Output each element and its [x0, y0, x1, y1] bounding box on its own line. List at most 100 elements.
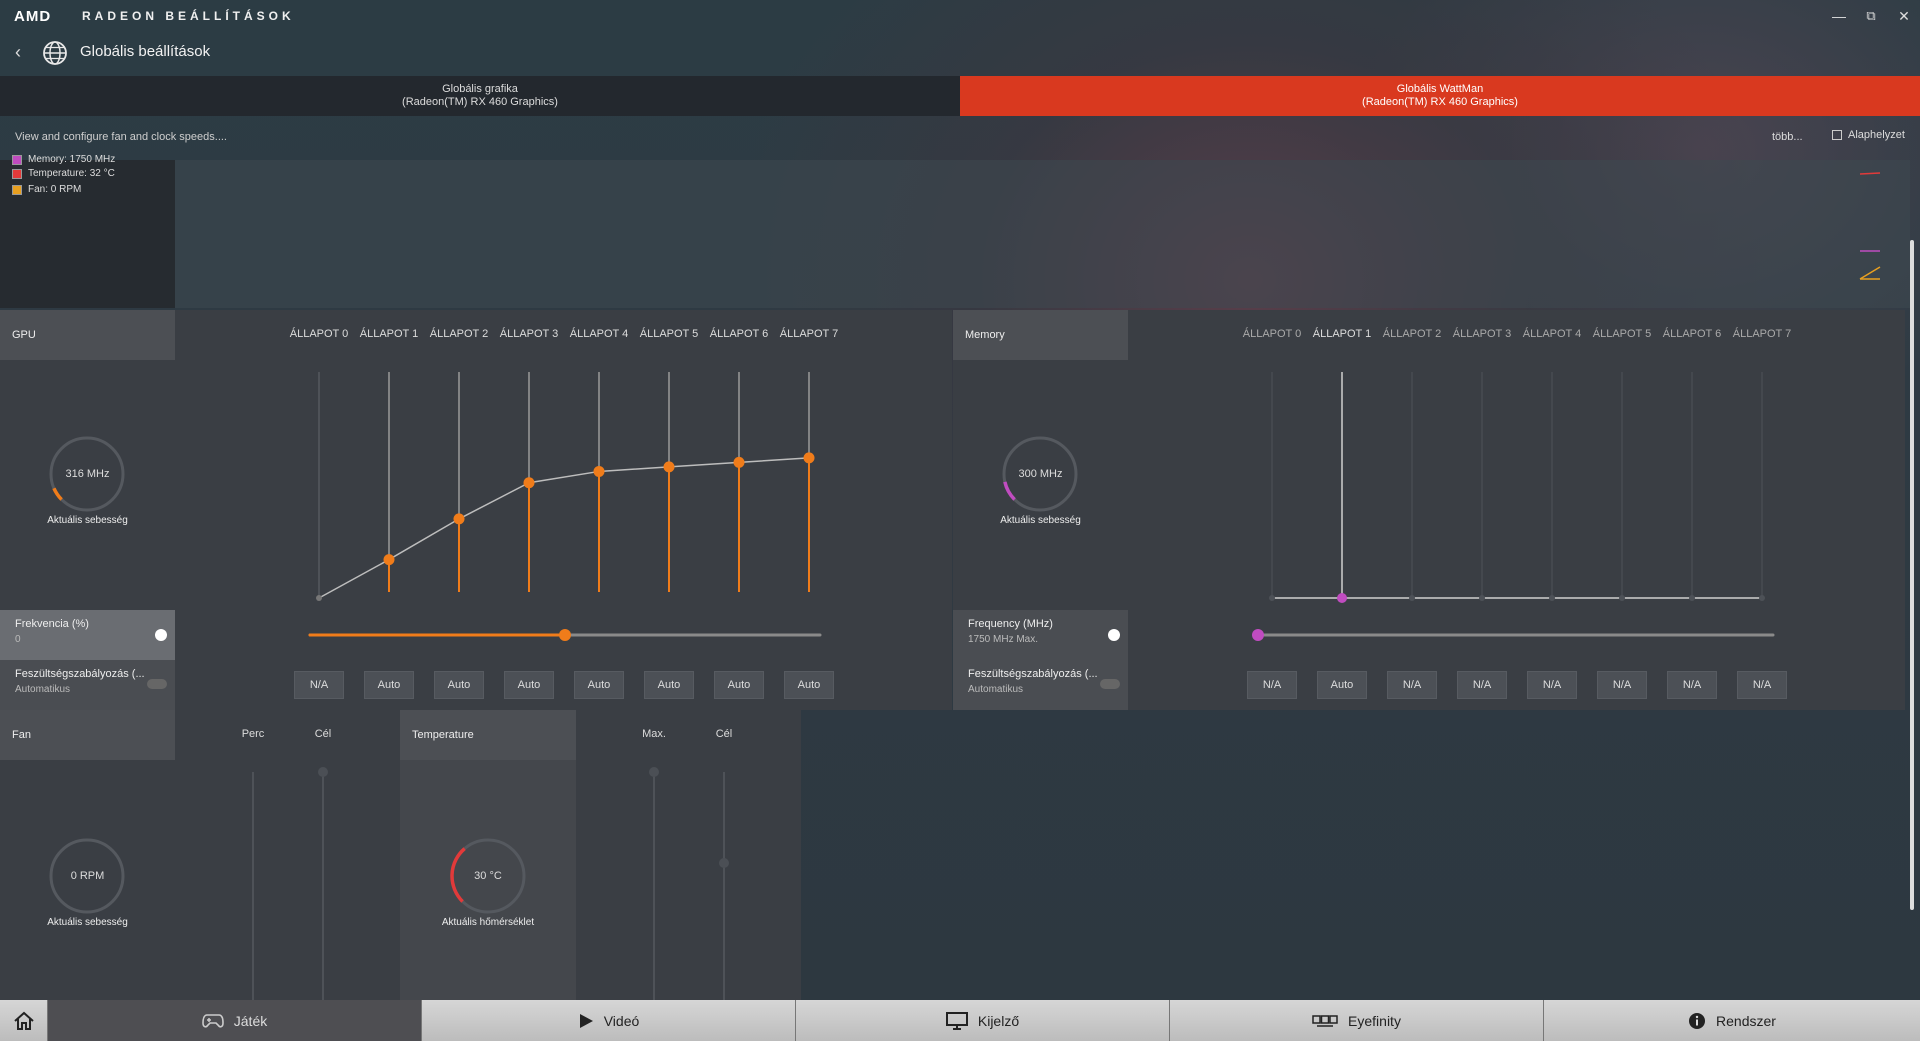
- state-label: ÁLLAPOT 7: [1732, 328, 1792, 340]
- back-button[interactable]: ‹: [8, 40, 28, 64]
- legend-item-memory[interactable]: Memory: 1750 MHz: [12, 154, 115, 165]
- gpu-state-chart[interactable]: [175, 360, 952, 610]
- voltage-state-button[interactable]: Auto: [574, 671, 624, 699]
- legend-checkbox[interactable]: [12, 184, 22, 195]
- memory-frequency-slider[interactable]: [1128, 610, 1905, 660]
- memory-frequency-toggle[interactable]: [1108, 629, 1120, 641]
- legend-label: Temperature: 32 °C: [28, 168, 115, 179]
- gauge-value: 30 °C: [474, 870, 502, 882]
- legend-checkbox[interactable]: [12, 154, 22, 165]
- state-point[interactable]: [1689, 595, 1695, 601]
- nav-eyefinity[interactable]: Eyefinity: [1170, 1000, 1544, 1041]
- scrollbar[interactable]: [1910, 240, 1914, 910]
- state-label: ÁLLAPOT 2: [429, 328, 489, 340]
- slider-thumb[interactable]: [1252, 629, 1264, 641]
- voltage-state-button[interactable]: Auto: [504, 671, 554, 699]
- gamepad-icon: [201, 1013, 224, 1028]
- temperature-gauge-panel: 30 °C Aktuális hőmérséklet: [400, 760, 576, 1000]
- minimize-button[interactable]: —: [1828, 6, 1850, 26]
- voltage-state-button[interactable]: N/A: [294, 671, 344, 699]
- slider-thumb[interactable]: [559, 629, 571, 641]
- nav-system[interactable]: Rendszer: [1544, 1000, 1920, 1041]
- voltage-state-button[interactable]: N/A: [1387, 671, 1437, 699]
- more-link[interactable]: több...: [1772, 131, 1803, 143]
- tab-label: Globális grafika: [442, 83, 518, 95]
- gpu-frequency-slider[interactable]: [175, 610, 952, 660]
- voltage-state-button[interactable]: N/A: [1247, 671, 1297, 699]
- voltage-state-button[interactable]: N/A: [1597, 671, 1647, 699]
- temperature-chart: [576, 760, 801, 1000]
- nav-display[interactable]: Kijelző: [796, 1000, 1170, 1041]
- temperature-trace: [1859, 172, 1881, 175]
- gpu-voltage-buttons: N/A Auto Auto Auto Auto Auto Auto Auto: [175, 660, 952, 710]
- state-point[interactable]: [663, 461, 675, 473]
- state-point[interactable]: [1337, 593, 1347, 603]
- memory-state-chart[interactable]: [1128, 360, 1905, 610]
- voltage-state-button[interactable]: N/A: [1737, 671, 1787, 699]
- state-point[interactable]: [593, 465, 605, 477]
- tab-sublabel: (Radeon(TM) RX 460 Graphics): [1362, 96, 1518, 108]
- tab-bar: Globális grafika (Radeon(TM) RX 460 Grap…: [0, 76, 1920, 116]
- memory-gauge-panel: 300 MHz Aktuális sebesség: [953, 360, 1128, 610]
- state-point[interactable]: [1549, 595, 1555, 601]
- gpu-voltage-toggle[interactable]: [147, 679, 167, 689]
- nav-video[interactable]: Videó: [422, 1000, 796, 1041]
- voltage-state-button[interactable]: Auto: [714, 671, 764, 699]
- voltage-state-button[interactable]: N/A: [1527, 671, 1577, 699]
- state-point[interactable]: [523, 477, 535, 489]
- memory-voltage-toggle[interactable]: [1100, 679, 1120, 689]
- graph-legend: Memory: 1750 MHz Temperature: 32 °C Fan:…: [0, 154, 175, 308]
- gauge-label: Aktuális hőmérséklet: [441, 917, 535, 928]
- voltage-state-button[interactable]: Auto: [644, 671, 694, 699]
- gpu-frequency-toggle[interactable]: [155, 629, 167, 641]
- state-label: ÁLLAPOT 6: [709, 328, 769, 340]
- fan-section-title: Fan: [0, 710, 175, 760]
- voltage-state-button[interactable]: Auto: [434, 671, 484, 699]
- voltage-state-button[interactable]: N/A: [1457, 671, 1507, 699]
- state-point[interactable]: [1269, 595, 1275, 601]
- nav-home[interactable]: [0, 1000, 48, 1041]
- memory-gauge-fill: [1003, 481, 1016, 501]
- state-point[interactable]: [733, 456, 745, 468]
- state-label: ÁLLAPOT 6: [1662, 328, 1722, 340]
- voltage-state-button[interactable]: Auto: [364, 671, 414, 699]
- control-label: Frekvencia (%): [15, 618, 89, 630]
- legend-checkbox[interactable]: [12, 168, 22, 179]
- state-point[interactable]: [1759, 595, 1765, 601]
- state-point[interactable]: [1409, 595, 1415, 601]
- fan-gauge-panel: 0 RPM Aktuális sebesség: [0, 760, 175, 1000]
- state-label: ÁLLAPOT 4: [569, 328, 629, 340]
- page-description: View and configure fan and clock speeds.…: [15, 131, 227, 143]
- gpu-state-chart-svg[interactable]: [175, 360, 952, 610]
- nav-gaming[interactable]: Játék: [48, 1000, 422, 1041]
- state-point[interactable]: [453, 513, 465, 525]
- temperature-sliders[interactable]: [576, 760, 801, 1000]
- reset-button[interactable]: Alaphelyzet: [1832, 129, 1905, 141]
- voltage-state-button[interactable]: Auto: [784, 671, 834, 699]
- column-label: Cél: [314, 728, 332, 740]
- gauge-value: 0 RPM: [70, 870, 105, 882]
- voltage-state-button[interactable]: Auto: [1317, 671, 1367, 699]
- voltage-state-button[interactable]: N/A: [1667, 671, 1717, 699]
- tab-global-wattman[interactable]: Globális WattMan (Radeon(TM) RX 460 Grap…: [960, 76, 1920, 116]
- fan-sliders[interactable]: [175, 760, 400, 1000]
- section-title: Fan: [12, 729, 31, 741]
- state-point[interactable]: [1619, 595, 1625, 601]
- tab-sublabel: (Radeon(TM) RX 460 Graphics): [402, 96, 558, 108]
- clock-curve: [318, 457, 810, 599]
- state-point[interactable]: [1479, 595, 1485, 601]
- amd-logo: AMD: [14, 8, 52, 25]
- legend-item-fan[interactable]: Fan: 0 RPM: [12, 184, 81, 195]
- gpu-gauge-panel: 316 MHz Aktuális sebesség: [0, 360, 175, 610]
- state-point[interactable]: [316, 595, 322, 601]
- gpu-frequency-control: Frekvencia (%) 0: [0, 610, 175, 660]
- legend-item-temperature[interactable]: Temperature: 32 °C: [12, 168, 115, 179]
- state-point[interactable]: [803, 452, 815, 464]
- restore-button[interactable]: ⧉: [1860, 6, 1882, 26]
- memory-state-chart-svg[interactable]: [1128, 360, 1905, 610]
- memory-section-title: Memory: [953, 310, 1128, 360]
- state-point[interactable]: [383, 554, 395, 566]
- gauge-value: 300 MHz: [1018, 468, 1063, 480]
- tab-global-graphics[interactable]: Globális grafika (Radeon(TM) RX 460 Grap…: [0, 76, 960, 116]
- close-button[interactable]: ✕: [1893, 6, 1915, 26]
